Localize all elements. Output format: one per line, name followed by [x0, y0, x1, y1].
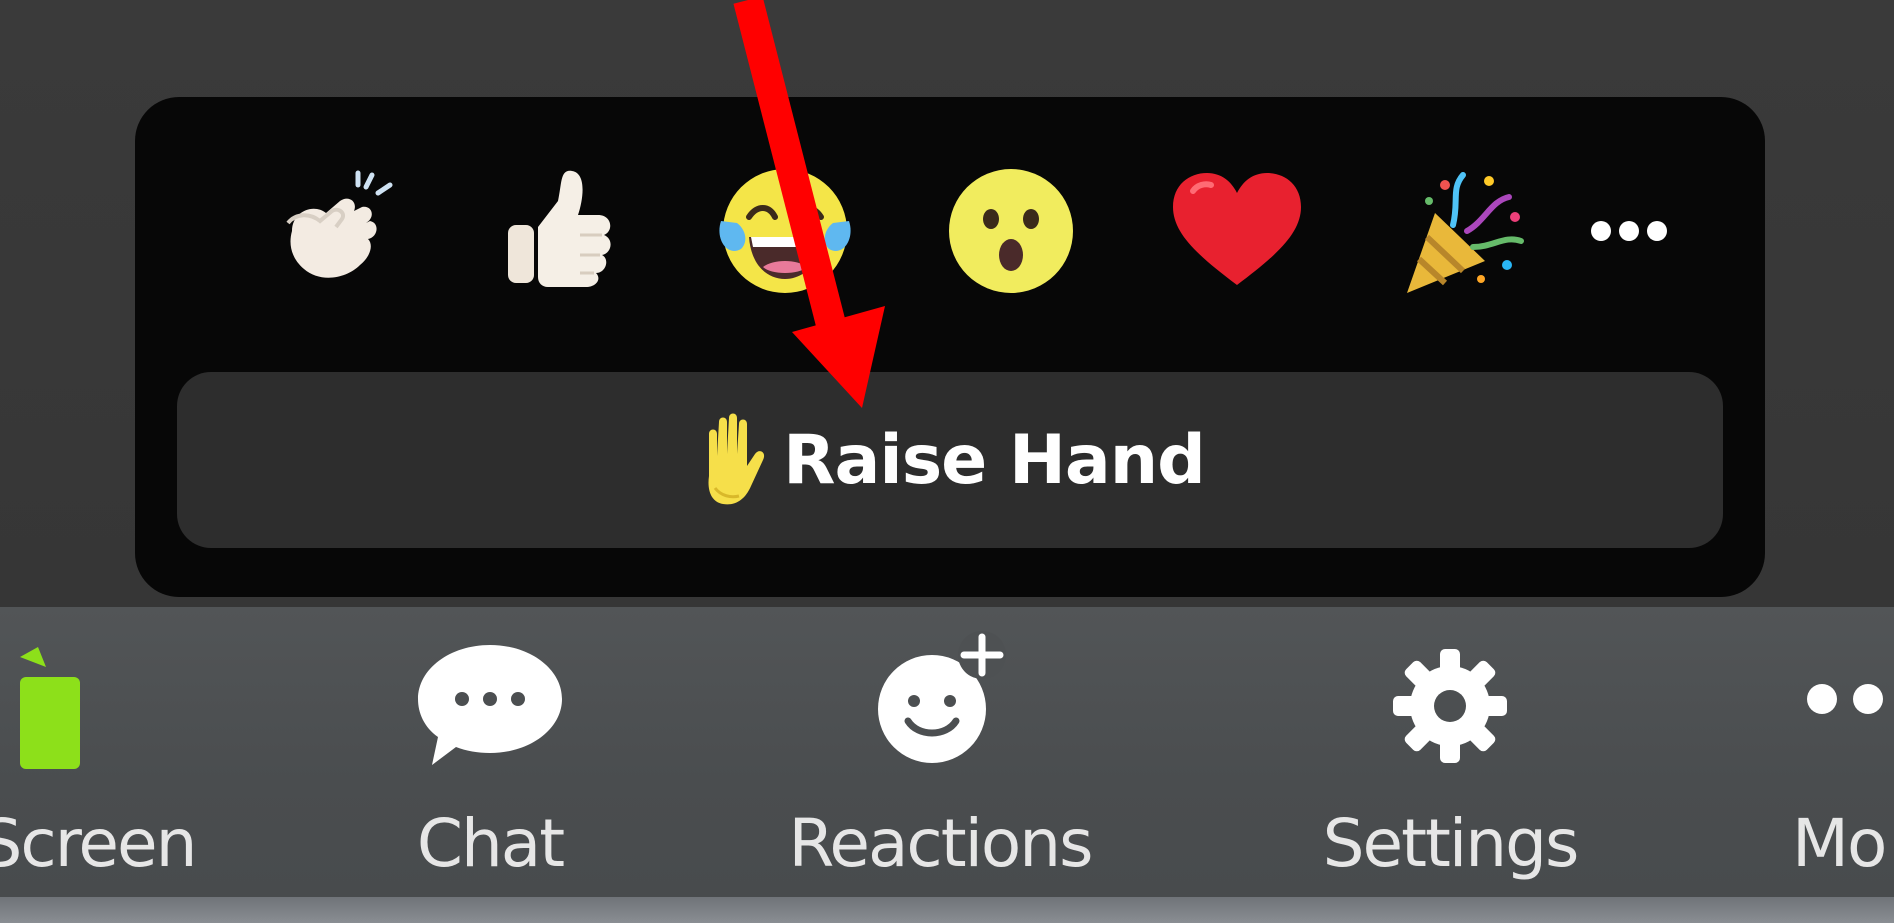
red-heart-icon [1173, 173, 1301, 285]
meeting-screen: Raise Hand Screen Chat Reactions Setting… [0, 0, 1894, 923]
gear-icon [1393, 649, 1507, 763]
chat-icon [418, 645, 562, 765]
toolbar-settings[interactable]: Settings [1300, 607, 1600, 897]
share-screen-icon [20, 647, 80, 769]
reactions-popup: Raise Hand [135, 97, 1765, 597]
toolbar-more-label: Mo [1792, 805, 1887, 882]
more-icon [1807, 684, 1883, 714]
clapping-hands-icon [286, 170, 393, 278]
toolbar-settings-label: Settings [1322, 805, 1580, 882]
thumbs-up-emoji-button[interactable] [488, 161, 628, 301]
more-dots-icon [1591, 221, 1667, 241]
open-mouth-emoji-button[interactable] [941, 161, 1081, 301]
toolbar-more[interactable]: Mo [1790, 607, 1894, 897]
add-reaction-icon [878, 631, 1006, 763]
raised-hand-icon [708, 413, 765, 505]
clapping-hands-emoji-button[interactable] [262, 161, 402, 301]
party-popper-emoji-button[interactable] [1393, 161, 1533, 301]
toolbar-share-screen-label: Screen [0, 805, 197, 882]
toolbar-share-screen[interactable]: Screen [0, 607, 197, 897]
toolbar-reactions-label: Reactions [788, 805, 1093, 882]
more-reactions-button[interactable] [1559, 161, 1699, 301]
toolbar-chat-label: Chat [416, 805, 565, 882]
tears-of-joy-emoji-button[interactable] [715, 161, 855, 301]
open-mouth-icon [949, 169, 1073, 293]
meeting-toolbar: Screen Chat Reactions Settings Mo [0, 607, 1894, 897]
thumbs-up-icon [508, 170, 611, 287]
tears-of-joy-icon [719, 169, 851, 293]
toolbar-chat[interactable]: Chat [380, 607, 600, 897]
red-heart-emoji-button[interactable] [1167, 161, 1307, 301]
bottom-edge-strip [0, 897, 1894, 923]
toolbar-reactions[interactable]: Reactions [780, 607, 1100, 897]
raise-hand-button[interactable]: Raise Hand [177, 372, 1723, 548]
party-popper-icon [1407, 172, 1524, 293]
raise-hand-label: Raise Hand [783, 420, 1206, 500]
